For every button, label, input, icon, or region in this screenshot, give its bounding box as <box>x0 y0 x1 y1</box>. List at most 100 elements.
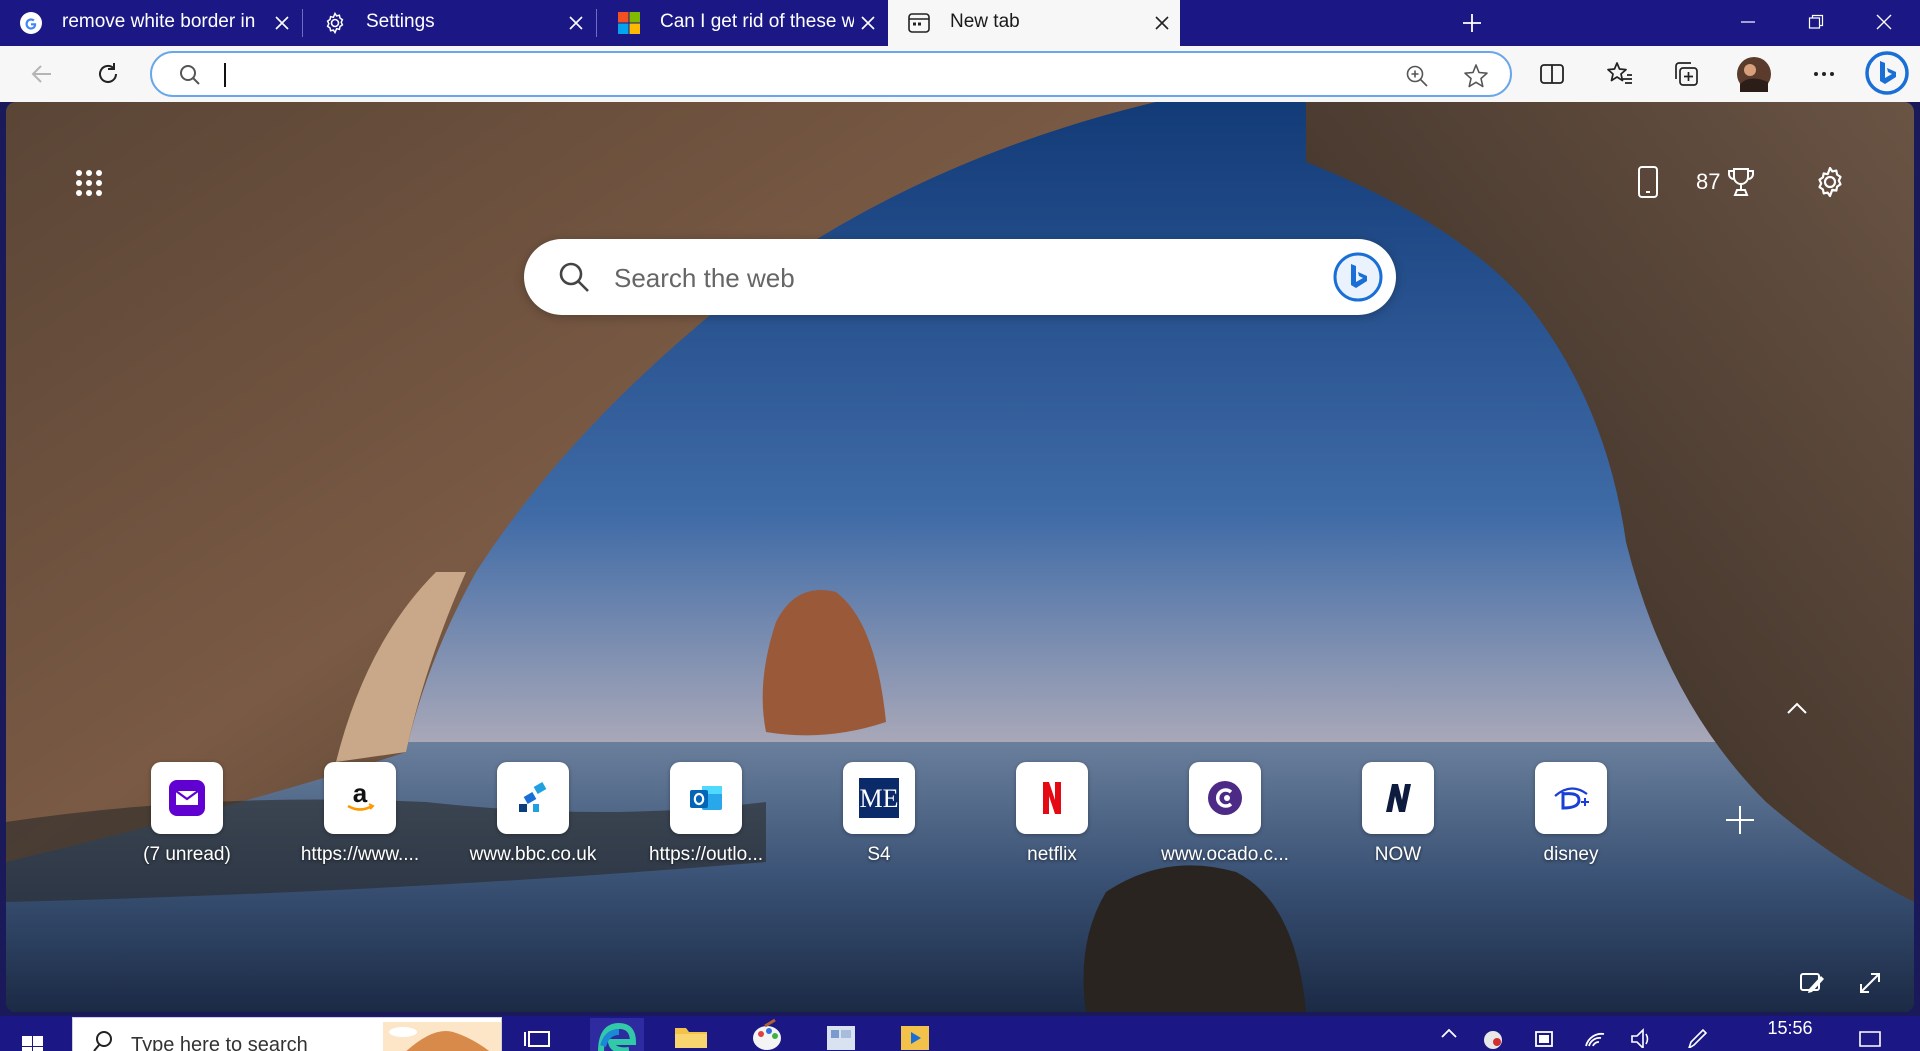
close-window-button[interactable] <box>1850 0 1918 44</box>
tray-app-icon[interactable] <box>1478 1026 1508 1051</box>
rewards-points: 87 <box>1696 169 1721 194</box>
ocado-icon <box>1189 762 1261 834</box>
add-favorite-star-icon[interactable] <box>1462 62 1490 95</box>
outlook-icon <box>670 762 742 834</box>
tab-title: Can I get rid of these white bord <box>660 11 854 32</box>
trophy-icon <box>1728 168 1755 196</box>
notifications-button[interactable] <box>1850 1026 1890 1051</box>
quick-link-netflix[interactable]: netflix <box>977 762 1127 872</box>
plus-icon <box>1463 14 1481 32</box>
address-input[interactable] <box>222 61 1322 87</box>
text-caret <box>224 63 226 87</box>
gear-icon <box>1818 166 1842 198</box>
volume-button[interactable] <box>1626 1026 1656 1051</box>
app-launcher-button[interactable] <box>66 160 112 206</box>
taskbar-paint[interactable] <box>740 1018 794 1051</box>
svg-text:a: a <box>353 778 368 808</box>
taskbar-edge[interactable] <box>590 1018 644 1051</box>
close-icon <box>1876 14 1892 30</box>
toolbar <box>0 46 1920 102</box>
web-search-input[interactable] <box>614 261 1254 295</box>
collapse-quick-links-button[interactable] <box>1780 694 1814 722</box>
quick-link-label: disney <box>1543 844 1599 865</box>
web-search-box[interactable] <box>524 239 1396 315</box>
quick-link-amazon[interactable]: a https://www.... <box>285 762 435 872</box>
quick-link-label: (7 unread) <box>143 844 231 865</box>
tab-close-icon[interactable] <box>1150 11 1174 35</box>
microsoft-logo-icon <box>616 10 642 36</box>
zoom-icon[interactable] <box>1404 63 1430 94</box>
newtab-page-icon <box>906 10 932 36</box>
network-button[interactable] <box>1580 1026 1610 1051</box>
back-arrow-icon <box>31 65 51 83</box>
taskbar-search[interactable] <box>72 1017 502 1051</box>
windows-logo-icon <box>22 1036 43 1051</box>
clock-time: 15:56 <box>1767 1018 1813 1038</box>
search-highlight-illustration <box>383 1022 501 1051</box>
taskbar-file-explorer[interactable] <box>664 1018 718 1051</box>
address-bar[interactable] <box>150 51 1512 97</box>
back-button[interactable] <box>20 52 64 96</box>
page-settings-button[interactable] <box>1808 160 1852 204</box>
restore-button[interactable] <box>1782 0 1850 44</box>
bing-copilot-icon <box>1865 51 1909 95</box>
tab-google-search[interactable]: remove white border in edge - G <box>0 0 300 46</box>
profile-button[interactable] <box>1732 52 1776 96</box>
s4-icon: ME <box>843 762 915 834</box>
browser-window: remove white border in edge - G Settings… <box>0 0 1920 1051</box>
quick-link-disney[interactable]: disney <box>1496 762 1646 872</box>
amazon-icon: a <box>324 762 396 834</box>
tab-settings[interactable]: Settings <box>304 0 594 46</box>
tab-close-icon[interactable] <box>270 11 294 35</box>
avatar <box>1737 57 1771 92</box>
pen-workspace-button[interactable] <box>1682 1026 1712 1051</box>
rewards-button[interactable]: 87 <box>1696 160 1756 204</box>
quick-link-outlook[interactable]: https://outlo... <box>631 762 781 872</box>
taskbar-search-input[interactable] <box>131 1034 391 1051</box>
minimize-button[interactable] <box>1714 0 1782 44</box>
quick-link-bbc[interactable]: www.bbc.co.uk <box>458 762 608 872</box>
collections-button[interactable] <box>1664 52 1708 96</box>
fullscreen-button[interactable] <box>1854 968 1886 998</box>
media-player-icon <box>901 1026 929 1050</box>
tab-close-icon[interactable] <box>564 11 588 35</box>
now-tv-icon <box>1362 762 1434 834</box>
clock[interactable]: 15:56 <box>1750 1018 1830 1039</box>
tab-new-tab[interactable]: New tab <box>888 0 1180 46</box>
start-button[interactable] <box>16 1028 56 1051</box>
quick-link-now[interactable]: NOW <box>1323 762 1473 872</box>
taskbar-media-player[interactable] <box>888 1018 942 1051</box>
quick-link-label: https://www.... <box>300 844 420 865</box>
mobile-button[interactable] <box>1628 160 1668 204</box>
edge-icon <box>598 1022 637 1051</box>
task-view-icon <box>524 1031 550 1047</box>
customize-background-button[interactable] <box>1796 968 1828 998</box>
new-tab-page: 87 (7 unread) a https://w <box>6 102 1914 1012</box>
bing-chat-button[interactable] <box>1862 48 1912 98</box>
quick-link-s4[interactable]: ME S4 <box>804 762 954 872</box>
settings-and-more-button[interactable] <box>1802 52 1846 96</box>
split-screen-button[interactable] <box>1530 52 1574 96</box>
tab-close-icon[interactable] <box>856 11 880 35</box>
restore-icon <box>1808 14 1824 29</box>
quick-link-yahoo-mail[interactable]: (7 unread) <box>112 762 262 872</box>
refresh-button[interactable] <box>86 52 130 96</box>
notification-icon <box>1859 1031 1881 1047</box>
expand-icon <box>1860 973 1880 993</box>
tab-title: New tab <box>950 11 1020 32</box>
quick-link-label: NOW <box>1374 844 1422 865</box>
new-tab-button[interactable] <box>1456 8 1488 38</box>
taskbar-app-tiles[interactable] <box>814 1018 868 1051</box>
battery-button[interactable] <box>1530 1026 1560 1051</box>
folder-icon <box>675 1028 707 1048</box>
bing-chat-search-button[interactable] <box>1332 251 1384 303</box>
chevron-up-icon <box>1441 1028 1457 1038</box>
wifi-icon <box>1585 1032 1605 1047</box>
quick-link-ocado[interactable]: www.ocado.c... <box>1150 762 1300 872</box>
favorites-button[interactable] <box>1598 52 1642 96</box>
tab-microsoft-answers[interactable]: Can I get rid of these white bord <box>598 0 886 46</box>
paint-palette-icon <box>753 1018 781 1050</box>
add-quick-link-button[interactable] <box>1722 802 1758 838</box>
show-hidden-icons-button[interactable] <box>1434 1026 1464 1051</box>
task-view-button[interactable] <box>512 1018 566 1051</box>
